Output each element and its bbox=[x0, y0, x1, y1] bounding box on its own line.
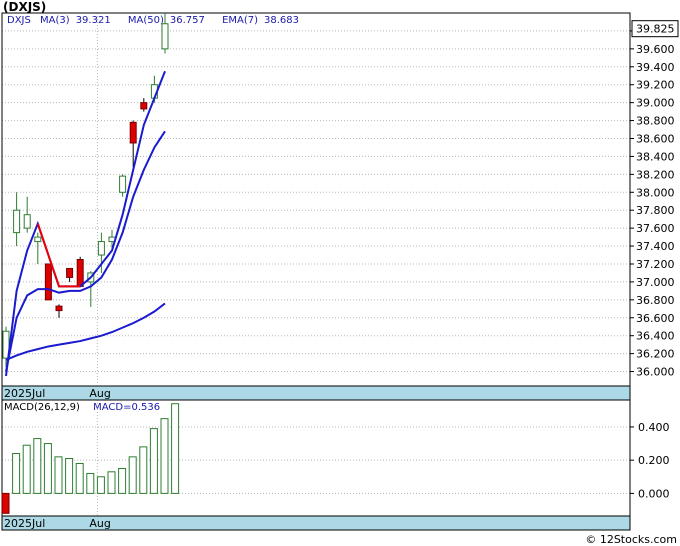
macd-bar bbox=[54, 456, 63, 494]
price-tick-label: 36.600 bbox=[636, 312, 675, 325]
candle-down bbox=[140, 102, 148, 110]
macd-x-label: Aug bbox=[89, 517, 110, 530]
candle-up bbox=[161, 23, 169, 50]
macd-tick-label: 0.000 bbox=[638, 487, 670, 500]
price-tick-label: 36.800 bbox=[636, 294, 675, 307]
macd-bar bbox=[75, 462, 84, 494]
candle-down bbox=[76, 259, 84, 287]
price-panel: 36.000 36.200 36.400 36.600 36.800 37.000 37.2… bbox=[1, 12, 679, 401]
macd-bar bbox=[96, 476, 105, 494]
macd-bar bbox=[107, 471, 116, 494]
price-x-label: 2025Jul bbox=[4, 387, 45, 400]
candle-down bbox=[129, 121, 137, 144]
candle-up bbox=[97, 241, 105, 256]
macd-bar bbox=[12, 453, 21, 494]
price-tick-label: 38.600 bbox=[636, 132, 675, 145]
macd-x-label: 2025Jul bbox=[4, 517, 45, 530]
price-tick-label: 38.200 bbox=[636, 168, 675, 181]
price-tick-label: 37.400 bbox=[636, 240, 675, 253]
price-tick-label: 38.000 bbox=[636, 186, 675, 199]
macd-bar bbox=[43, 443, 52, 494]
macd-bar bbox=[149, 428, 158, 494]
price-tick-label: 39.400 bbox=[636, 61, 675, 74]
macd-bar bbox=[160, 418, 169, 494]
price-tick-label: 39.000 bbox=[636, 97, 675, 110]
price-tick-label: 36.400 bbox=[636, 330, 675, 343]
last-price-label: 39.825 bbox=[636, 23, 675, 36]
macd-bar bbox=[33, 438, 42, 494]
price-frame bbox=[1, 12, 631, 387]
price-tick-label: 38.800 bbox=[636, 115, 675, 128]
candle-up bbox=[13, 209, 21, 234]
macd-frame bbox=[1, 399, 631, 517]
candle-up bbox=[23, 214, 31, 229]
macd-bar bbox=[171, 403, 180, 494]
stock-chart: 36.000 36.200 36.400 36.600 36.800 37.000 37.2… bbox=[1, 12, 679, 531]
candle-up bbox=[34, 236, 42, 243]
price-tick-label: 39.600 bbox=[636, 43, 675, 56]
price-tick-label: 37.800 bbox=[636, 204, 675, 217]
ma50-line bbox=[5, 302, 166, 361]
candle-up bbox=[119, 175, 127, 193]
candle-down bbox=[55, 305, 63, 312]
macd-bar bbox=[118, 467, 127, 494]
macd-tick-label: 0.400 bbox=[638, 421, 670, 434]
price-tick-label: 39.200 bbox=[636, 79, 675, 92]
price-tick-label: 37.600 bbox=[636, 222, 675, 235]
macd-bar bbox=[139, 446, 148, 494]
macd-bar bbox=[128, 456, 137, 494]
price-tick-label: 36.200 bbox=[636, 348, 675, 361]
macd-panel: 0.000 0.200 0.400 2025Jul Aug bbox=[1, 399, 670, 531]
candle-down bbox=[44, 263, 52, 301]
price-tick-label: 37.200 bbox=[636, 258, 675, 271]
price-tick-label: 36.000 bbox=[636, 366, 675, 379]
macd-bar bbox=[86, 472, 95, 494]
price-x-label: Aug bbox=[89, 387, 110, 400]
price-tick-label: 37.000 bbox=[636, 276, 675, 289]
ma3-line-red-segment bbox=[36, 223, 81, 288]
price-tick-label: 38.400 bbox=[636, 150, 675, 163]
macd-tick-label: 0.200 bbox=[638, 454, 670, 467]
macd-bar bbox=[22, 444, 31, 494]
macd-bar bbox=[65, 458, 74, 494]
macd-bar-negative bbox=[1, 492, 10, 514]
candle-down bbox=[66, 267, 74, 278]
